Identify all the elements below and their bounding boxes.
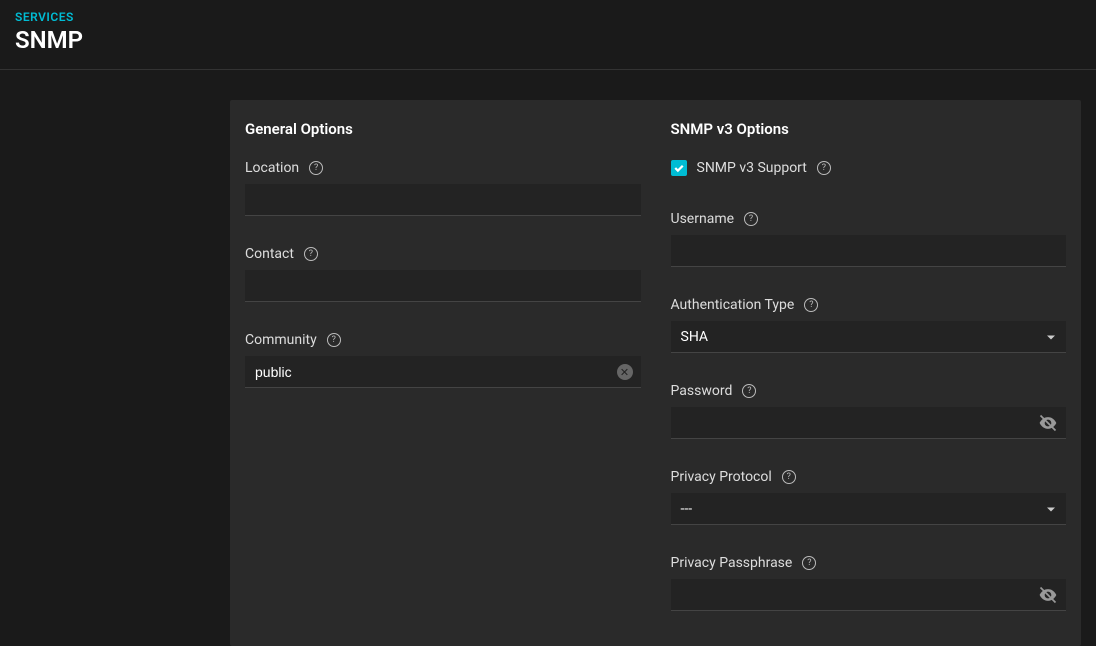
help-icon[interactable]: ? <box>782 470 796 484</box>
general-options-column: General Options Location ? Contact ? Com… <box>230 120 656 641</box>
location-field: Location ? <box>245 160 641 216</box>
snmp-v3-support-label: SNMP v3 Support <box>697 160 807 176</box>
help-icon[interactable]: ? <box>304 247 318 261</box>
location-input[interactable] <box>245 184 641 216</box>
help-icon[interactable]: ? <box>802 556 816 570</box>
snmp-v3-support-row: SNMP v3 Support ? <box>671 160 1067 176</box>
community-input[interactable] <box>245 356 641 388</box>
password-field: Password ? <box>671 383 1067 439</box>
privacy-passphrase-field: Privacy Passphrase ? <box>671 555 1067 611</box>
privacy-passphrase-input[interactable] <box>671 579 1067 611</box>
eye-off-icon[interactable] <box>1038 585 1058 605</box>
chevron-down-icon <box>1046 499 1056 518</box>
username-label: Username <box>671 211 735 227</box>
contact-input[interactable] <box>245 270 641 302</box>
privacy-protocol-select[interactable]: --- <box>671 493 1067 525</box>
help-icon[interactable]: ? <box>742 384 756 398</box>
general-options-title: General Options <box>245 120 641 138</box>
chevron-down-icon <box>1046 327 1056 346</box>
privacy-passphrase-label: Privacy Passphrase <box>671 555 793 571</box>
snmp-v3-support-checkbox[interactable] <box>671 160 687 176</box>
password-input[interactable] <box>671 407 1067 439</box>
auth-type-field: Authentication Type ? SHA <box>671 297 1067 353</box>
help-icon[interactable]: ? <box>309 161 323 175</box>
auth-type-label: Authentication Type <box>671 297 795 313</box>
community-label: Community <box>245 332 317 348</box>
privacy-protocol-field: Privacy Protocol ? --- <box>671 469 1067 525</box>
page-header: SERVICES SNMP <box>0 0 1096 70</box>
auth-type-select[interactable]: SHA <box>671 321 1067 353</box>
password-label: Password <box>671 383 733 399</box>
breadcrumb[interactable]: SERVICES <box>15 10 1081 24</box>
location-label: Location <box>245 160 299 176</box>
clear-icon[interactable]: ✕ <box>617 364 633 380</box>
privacy-protocol-value: --- <box>681 501 1057 517</box>
privacy-protocol-label: Privacy Protocol <box>671 469 772 485</box>
snmp-settings-card: General Options Location ? Contact ? Com… <box>230 100 1081 646</box>
username-input[interactable] <box>671 235 1067 267</box>
snmp-v3-options-column: SNMP v3 Options SNMP v3 Support ? Userna… <box>656 120 1082 641</box>
help-icon[interactable]: ? <box>327 333 341 347</box>
auth-type-value: SHA <box>681 329 1057 345</box>
help-icon[interactable]: ? <box>804 298 818 312</box>
help-icon[interactable]: ? <box>744 212 758 226</box>
eye-off-icon[interactable] <box>1038 413 1058 433</box>
help-icon[interactable]: ? <box>817 161 831 175</box>
username-field: Username ? <box>671 211 1067 267</box>
page-title: SNMP <box>15 26 1081 54</box>
contact-label: Contact <box>245 246 294 262</box>
contact-field: Contact ? <box>245 246 641 302</box>
community-field: Community ? ✕ <box>245 332 641 388</box>
snmp-v3-options-title: SNMP v3 Options <box>671 120 1067 138</box>
